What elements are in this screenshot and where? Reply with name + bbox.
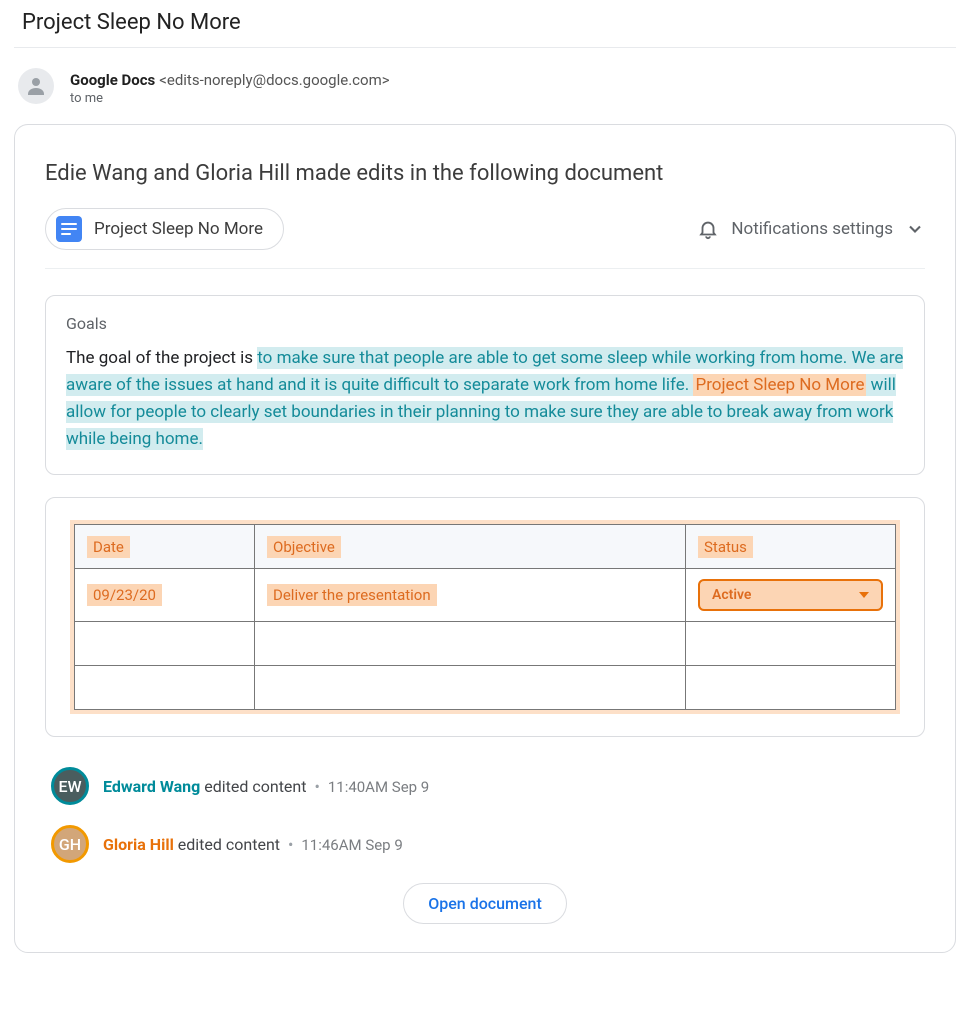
table-edit-highlight: Date Objective Status 09/23/20 Deliver t… [70, 520, 900, 714]
editor-action: edited content [204, 777, 306, 796]
table-row [75, 666, 896, 710]
col-date: Date [75, 525, 255, 569]
divider [45, 268, 925, 269]
editor-name[interactable]: Gloria Hill [103, 835, 174, 854]
chevron-down-icon [905, 219, 925, 239]
cell-date: 09/23/20 [87, 584, 162, 606]
editor-name[interactable]: Edward Wang [103, 777, 200, 796]
bell-icon [697, 218, 719, 240]
editor-action: edited content [178, 835, 280, 854]
col-status: Status [686, 525, 896, 569]
cell-objective: Deliver the presentation [267, 584, 437, 606]
editor-entry: GH Gloria Hill edited content • 11:46AM … [51, 825, 925, 863]
table-row [75, 622, 896, 666]
table-row: 09/23/20 Deliver the presentation Active [75, 569, 896, 622]
edit-highlight-orange: Project Sleep No More [693, 374, 866, 396]
person-icon [24, 74, 48, 98]
docs-icon [56, 216, 82, 242]
sender-to: to me [70, 91, 390, 106]
objectives-panel: Date Objective Status 09/23/20 Deliver t… [45, 497, 925, 737]
notifications-settings[interactable]: Notifications settings [697, 218, 925, 240]
status-dropdown[interactable]: Active [698, 579, 883, 611]
sender-row: Google Docs <edits-noreply@docs.google.c… [14, 48, 956, 124]
caret-down-icon [859, 592, 869, 598]
avatar: EW [51, 767, 89, 805]
col-objective: Objective [255, 525, 686, 569]
notification-card: Edie Wang and Gloria Hill made edits in … [14, 124, 956, 953]
document-chip[interactable]: Project Sleep No More [45, 208, 284, 250]
avatar: GH [51, 825, 89, 863]
sender-name: Google Docs [70, 71, 155, 89]
open-document-button[interactable]: Open document [403, 883, 567, 924]
goals-title: Goals [66, 314, 904, 333]
document-title: Project Sleep No More [94, 219, 263, 239]
goals-text: The goal of the project is to make sure … [66, 345, 904, 452]
objectives-table: Date Objective Status 09/23/20 Deliver t… [74, 524, 896, 710]
sender-email: <edits-noreply@docs.google.com> [159, 71, 389, 89]
sender-avatar [18, 68, 54, 104]
editor-timestamp: 11:40AM Sep 9 [328, 778, 429, 796]
editor-timestamp: 11:46AM Sep 9 [301, 836, 402, 854]
card-headline: Edie Wang and Gloria Hill made edits in … [45, 161, 925, 186]
goals-panel: Goals The goal of the project is to make… [45, 295, 925, 475]
email-subject: Project Sleep No More [14, 8, 956, 47]
notifications-label: Notifications settings [731, 219, 893, 239]
editor-entry: EW Edward Wang edited content • 11:40AM … [51, 767, 925, 805]
